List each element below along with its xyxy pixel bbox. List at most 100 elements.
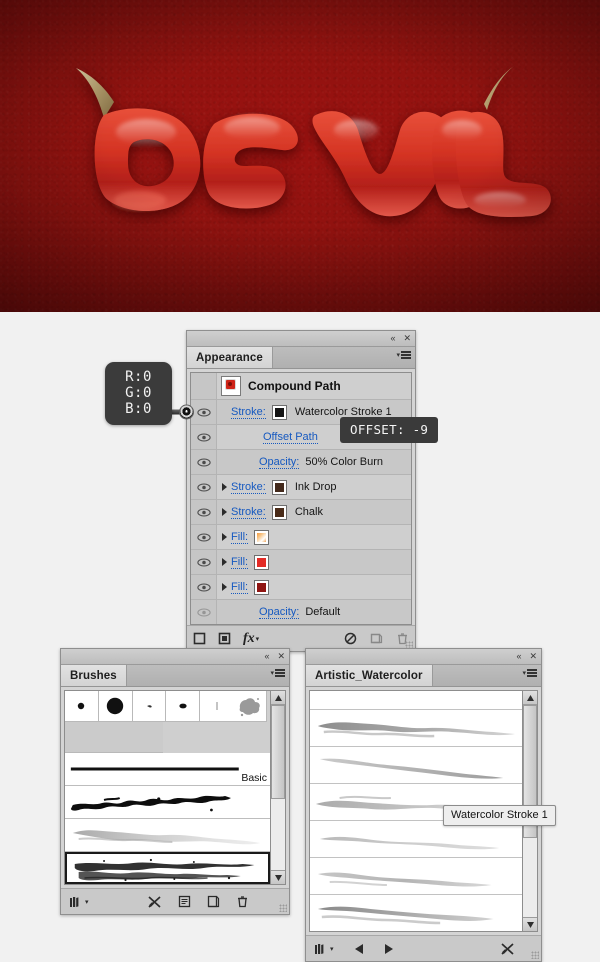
row-value: Chalk — [294, 506, 323, 518]
close-icon[interactable]: ✕ — [529, 652, 537, 661]
close-icon[interactable]: ✕ — [277, 652, 285, 661]
fill-color-swatch[interactable] — [254, 579, 270, 595]
brushes-panel: « ✕ Brushes ▾ Basic ▾ — [60, 648, 290, 915]
appearance-row[interactable]: Stroke: Ink Drop — [191, 475, 411, 500]
panel-menu-icon[interactable]: ▾ — [522, 669, 537, 677]
brush-strip-watercolor-wash[interactable] — [65, 819, 270, 852]
row-label[interactable]: Offset Path — [263, 431, 318, 444]
stroke-color-swatch[interactable] — [271, 479, 287, 495]
fill-gradient-swatch[interactable] — [254, 529, 270, 545]
scroll-down-arrow-icon[interactable] — [271, 870, 285, 884]
watercolor-stroke-row[interactable] — [310, 858, 522, 895]
brush-libraries-icon[interactable]: ▾ — [314, 942, 334, 955]
watercolor-stroke-row[interactable] — [310, 895, 522, 931]
add-effect-fx-icon[interactable]: fx ▾ — [243, 631, 259, 647]
brushes-scrollbar[interactable] — [271, 690, 286, 885]
watercolor-stroke-row[interactable] — [310, 710, 522, 747]
small-dot-brush-icon — [78, 702, 85, 710]
row-label[interactable]: Opacity: — [259, 606, 300, 619]
brush-options-icon[interactable] — [178, 895, 191, 908]
add-new-stroke-icon[interactable] — [193, 632, 206, 645]
watercolor-strip-partial[interactable] — [310, 691, 522, 710]
row-label[interactable]: Fill: — [231, 531, 249, 544]
appearance-row[interactable]: Opacity: Default — [191, 600, 411, 624]
visibility-toggle[interactable] — [191, 475, 217, 499]
row-label[interactable]: Opacity: — [259, 456, 300, 469]
chevron-down-icon: ▾ — [330, 945, 334, 953]
brush-cell-oval-dot[interactable] — [166, 691, 201, 722]
visibility-toggle[interactable] — [191, 425, 217, 449]
visibility-toggle[interactable] — [191, 525, 217, 549]
resize-grip[interactable] — [531, 951, 539, 959]
load-next-library-icon[interactable] — [383, 943, 394, 955]
appearance-row[interactable]: Stroke: Chalk — [191, 500, 411, 525]
tab-appearance-label: Appearance — [196, 351, 263, 364]
disclosure-triangle[interactable] — [217, 583, 231, 591]
fill-color-swatch[interactable] — [254, 554, 270, 570]
rgb-readout-tooltip: R:0 G:0 B:0 — [105, 362, 172, 425]
row-value: Ink Drop — [294, 481, 337, 493]
duplicate-item-icon[interactable] — [370, 632, 383, 645]
stroke-color-swatch[interactable] — [271, 404, 287, 420]
collapse-icon[interactable]: « — [516, 652, 521, 661]
row-label[interactable]: Stroke: — [231, 506, 266, 519]
visibility-toggle[interactable] — [191, 575, 217, 599]
watercolor-stroke-row[interactable] — [310, 821, 522, 858]
eye-column — [191, 373, 217, 399]
disclosure-triangle[interactable] — [217, 483, 231, 491]
brush-strip-basic[interactable]: Basic — [65, 753, 270, 786]
visibility-toggle[interactable] — [191, 600, 217, 624]
row-label[interactable]: Fill: — [231, 556, 249, 569]
tab-appearance[interactable]: Appearance — [187, 347, 273, 368]
new-brush-icon[interactable] — [207, 895, 220, 908]
appearance-row[interactable]: Fill: — [191, 550, 411, 575]
brush-strip-dry-charcoal[interactable] — [65, 852, 270, 884]
triangle-right-icon — [221, 558, 227, 566]
scrollbar-track[interactable] — [271, 705, 285, 870]
remove-brush-stroke-icon[interactable] — [500, 942, 515, 956]
brush-cell-splatter[interactable] — [232, 691, 267, 722]
visibility-toggle[interactable] — [191, 550, 217, 574]
tab-artistic-watercolor[interactable]: Artistic_Watercolor — [306, 665, 433, 686]
brush-strip-ink-splatter[interactable] — [65, 786, 270, 819]
appearance-object-row[interactable]: Compound Path — [191, 373, 411, 400]
scroll-down-arrow-icon[interactable] — [523, 917, 537, 931]
collapse-icon[interactable]: « — [390, 334, 395, 343]
triangle-right-icon — [221, 508, 227, 516]
row-label[interactable]: Fill: — [231, 581, 249, 594]
disclosure-triangle[interactable] — [217, 533, 231, 541]
appearance-row[interactable]: Fill: — [191, 575, 411, 600]
visibility-toggle[interactable] — [191, 400, 217, 424]
row-label[interactable]: Stroke: — [231, 406, 266, 419]
brush-cell-thin-line[interactable] — [200, 691, 233, 722]
visibility-toggle[interactable] — [191, 450, 217, 474]
brush-cell-tiny-comma[interactable] — [132, 691, 167, 722]
collapse-icon[interactable]: « — [264, 652, 269, 661]
watercolor-stroke-row[interactable] — [310, 747, 522, 784]
disclosure-triangle[interactable] — [217, 558, 231, 566]
panel-menu-icon[interactable]: ▾ — [396, 351, 411, 359]
brush-libraries-icon[interactable]: ▾ — [69, 895, 89, 908]
visibility-toggle[interactable] — [191, 500, 217, 524]
load-previous-library-icon[interactable] — [354, 943, 365, 955]
target-indicator-icon[interactable] — [180, 405, 193, 419]
brush-cell-large-dot[interactable] — [98, 691, 133, 722]
tab-brushes[interactable]: Brushes — [61, 665, 127, 686]
appearance-row[interactable]: Fill: — [191, 525, 411, 550]
watercolor-stroke-1-icon — [317, 722, 516, 738]
panel-menu-icon[interactable]: ▾ — [270, 669, 285, 677]
brush-cell-small-dot[interactable] — [65, 691, 99, 722]
delete-brush-icon[interactable] — [236, 895, 249, 908]
scroll-up-arrow-icon[interactable] — [523, 691, 537, 705]
appearance-row[interactable]: Opacity: 50% Color Burn — [191, 450, 411, 475]
close-icon[interactable]: ✕ — [403, 334, 411, 343]
remove-brush-stroke-icon[interactable] — [147, 895, 162, 909]
add-new-fill-icon[interactable] — [218, 632, 231, 645]
clear-appearance-icon[interactable] — [344, 632, 357, 645]
resize-grip[interactable] — [279, 904, 287, 912]
stroke-color-swatch[interactable] — [271, 504, 287, 520]
row-label[interactable]: Stroke: — [231, 481, 266, 494]
scrollbar-thumb[interactable] — [271, 705, 285, 800]
disclosure-triangle[interactable] — [217, 508, 231, 516]
scroll-up-arrow-icon[interactable] — [271, 691, 285, 705]
